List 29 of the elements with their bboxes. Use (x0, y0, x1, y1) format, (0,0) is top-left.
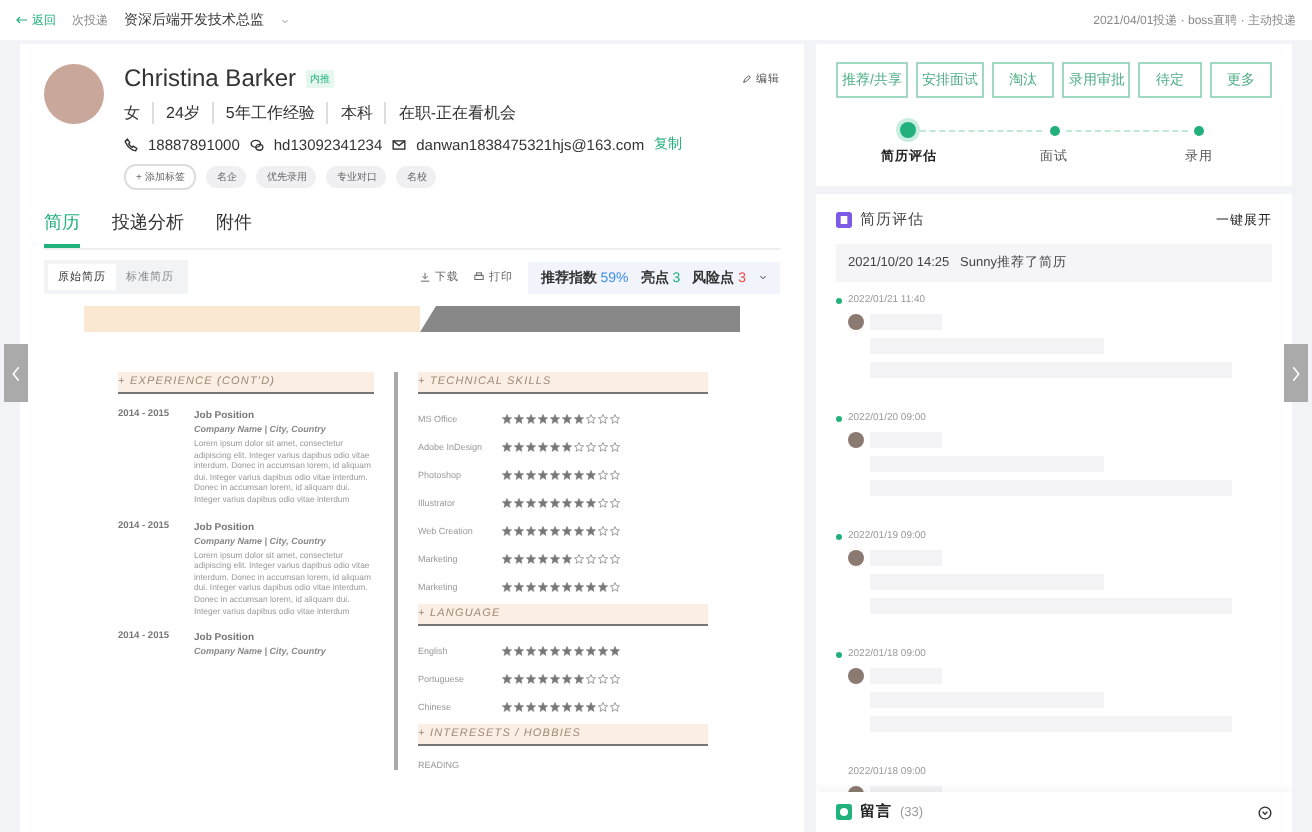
back-arrow-icon (16, 14, 28, 26)
chevron-left-icon (8, 365, 24, 381)
profile-fact: 在职-正在看机会 (384, 102, 529, 124)
caret-icon (280, 15, 290, 25)
avatar (44, 64, 104, 124)
profile-fact: 女 (124, 102, 142, 124)
chevron-circle-icon (1258, 805, 1272, 819)
avatar (848, 314, 864, 330)
document-icon (836, 212, 852, 228)
download-icon (420, 272, 431, 282)
phone-icon (124, 137, 138, 151)
avatar (848, 432, 864, 448)
previous-button[interactable] (4, 344, 28, 402)
printer-icon (474, 272, 485, 282)
tab[interactable]: 附件 (216, 210, 252, 248)
candidate-name: Christina Barker (124, 64, 297, 92)
chevron-right-icon (1288, 365, 1304, 381)
pencil-icon (742, 73, 752, 83)
next-button[interactable] (1284, 344, 1308, 402)
mail-icon (392, 137, 407, 151)
tab[interactable]: 投递分析 (112, 210, 184, 248)
comment-icon (836, 804, 852, 820)
caret-icon (758, 272, 768, 282)
avatar (848, 550, 864, 566)
profile-fact: 24岁 (152, 102, 212, 124)
profile-fact: 本科 (326, 102, 385, 124)
chat-icon (249, 137, 264, 151)
profile-fact: 5年工作经验 (211, 102, 327, 124)
avatar (848, 668, 864, 684)
